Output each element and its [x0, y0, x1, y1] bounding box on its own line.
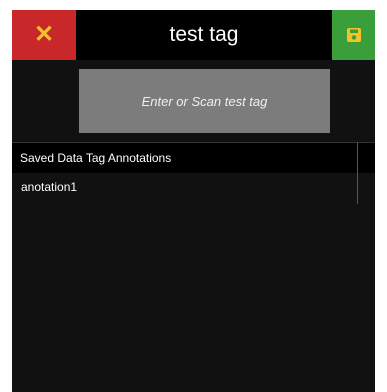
main-content: Enter or Scan test tag Saved Data Tag An…	[12, 60, 375, 392]
app-frame: ✕ test tag Enter or Scan test tag Saved …	[0, 0, 387, 392]
top-bar: ✕ test tag	[12, 10, 375, 60]
close-icon: ✕	[33, 21, 55, 48]
annotations-header-label: Saved Data Tag Annotations	[20, 151, 172, 165]
save-button[interactable]	[332, 10, 375, 60]
save-icon	[346, 28, 361, 42]
list-item[interactable]: anotation1	[12, 173, 357, 201]
page-title: test tag	[169, 23, 239, 46]
annotations-header: Saved Data Tag Annotations	[12, 142, 375, 173]
column-divider	[357, 142, 358, 204]
scan-tag-button[interactable]: Enter or Scan test tag	[79, 69, 330, 133]
cancel-button[interactable]: ✕	[12, 10, 76, 60]
